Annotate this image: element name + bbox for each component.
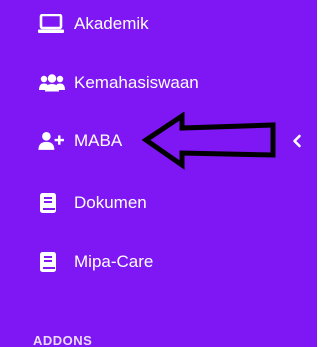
book-icon	[38, 251, 66, 273]
section-heading-addons: ADDONS	[33, 333, 93, 347]
sidebar-item-dokumen[interactable]: Dokumen	[0, 181, 317, 225]
sidebar-item-label: Mipa-Care	[74, 252, 154, 271]
chevron-left-icon	[290, 133, 304, 149]
sidebar-item-akademik[interactable]: Akademik	[0, 2, 317, 46]
laptop-icon	[38, 13, 66, 35]
arrow-left-outline-icon	[141, 111, 276, 172]
user-plus-icon	[38, 130, 66, 152]
sidebar-item-label: Dokumen	[74, 193, 147, 212]
sidebar-item-kemahasiswaan[interactable]: Kemahasiswaan	[0, 61, 317, 105]
users-icon	[38, 72, 66, 94]
sidebar: Akademik Kemahasiswaan MABA Dokumen Mipa…	[0, 0, 317, 347]
sidebar-item-label: Akademik	[74, 14, 149, 33]
sidebar-item-label: Kemahasiswaan	[74, 73, 199, 92]
book-icon	[38, 192, 66, 214]
sidebar-item-mipa-care[interactable]: Mipa-Care	[0, 240, 317, 284]
sidebar-item-label: MABA	[74, 131, 123, 150]
